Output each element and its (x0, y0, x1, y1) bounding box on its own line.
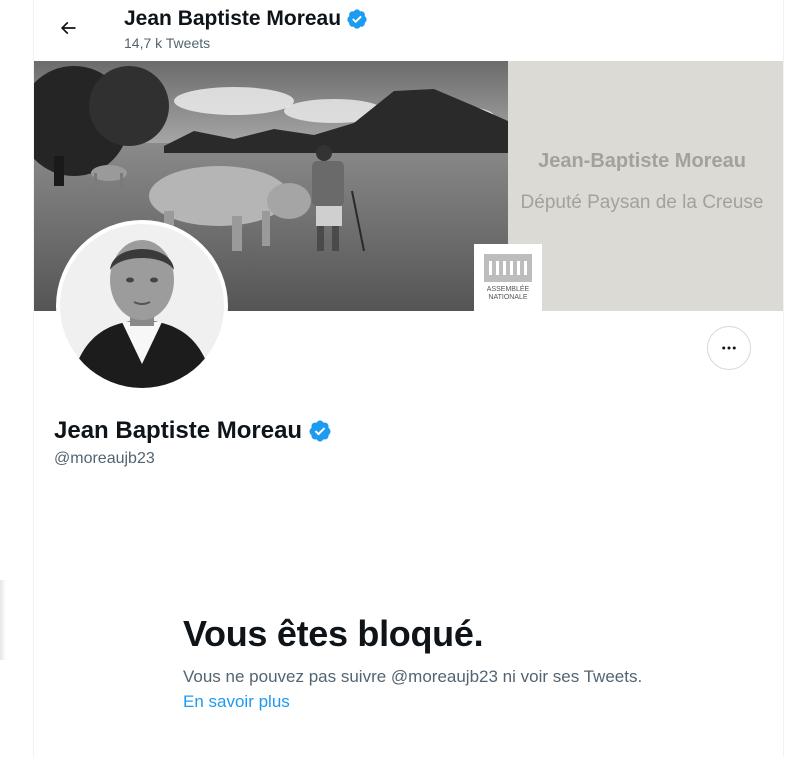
verified-badge-icon (309, 420, 331, 442)
profile-handle: @moreaujb23 (54, 450, 155, 467)
learn-more-link[interactable]: En savoir plus (183, 692, 290, 711)
blocked-notice: Vous êtes bloqué. Vous ne pouvez pas sui… (183, 612, 643, 714)
profile-column: Jean Baptiste Moreau 14,7 k Tweets Jean-… (33, 0, 784, 757)
tweet-count: 14,7 k Tweets (124, 35, 211, 51)
avatar-image (60, 224, 224, 388)
verified-badge-icon (347, 9, 367, 29)
blocked-message: Vous ne pouvez pas suivre @moreaujb23 ni… (183, 664, 643, 714)
header-name: Jean Baptiste Moreau (124, 7, 342, 30)
more-options-button[interactable] (707, 326, 751, 370)
svg-text:NATIONALE: NATIONALE (488, 294, 527, 301)
banner-subtitle: Député Paysan de la Creuse (521, 192, 764, 213)
profile-header-bar: Jean Baptiste Moreau 14,7 k Tweets (34, 0, 783, 60)
more-horizontal-icon (722, 346, 736, 350)
banner-title: Jean-Baptiste Moreau (538, 150, 746, 172)
profile-name: Jean Baptiste Moreau (54, 417, 332, 445)
blocked-text: Vous ne pouvez pas suivre @moreaujb23 ni… (183, 667, 643, 686)
header-title: Jean Baptiste Moreau (124, 7, 368, 31)
assemblee-nationale-logo: ASSEMBLÉE NATIONALE (474, 244, 542, 311)
profile-name-text: Jean Baptiste Moreau (54, 417, 303, 444)
blocked-title: Vous êtes bloqué. (183, 613, 484, 654)
back-button[interactable] (50, 10, 86, 46)
svg-text:ASSEMBLÉE: ASSEMBLÉE (487, 284, 530, 293)
arrow-left-icon (60, 21, 76, 35)
profile-avatar[interactable] (56, 220, 228, 392)
left-edge-shadow (0, 580, 6, 660)
